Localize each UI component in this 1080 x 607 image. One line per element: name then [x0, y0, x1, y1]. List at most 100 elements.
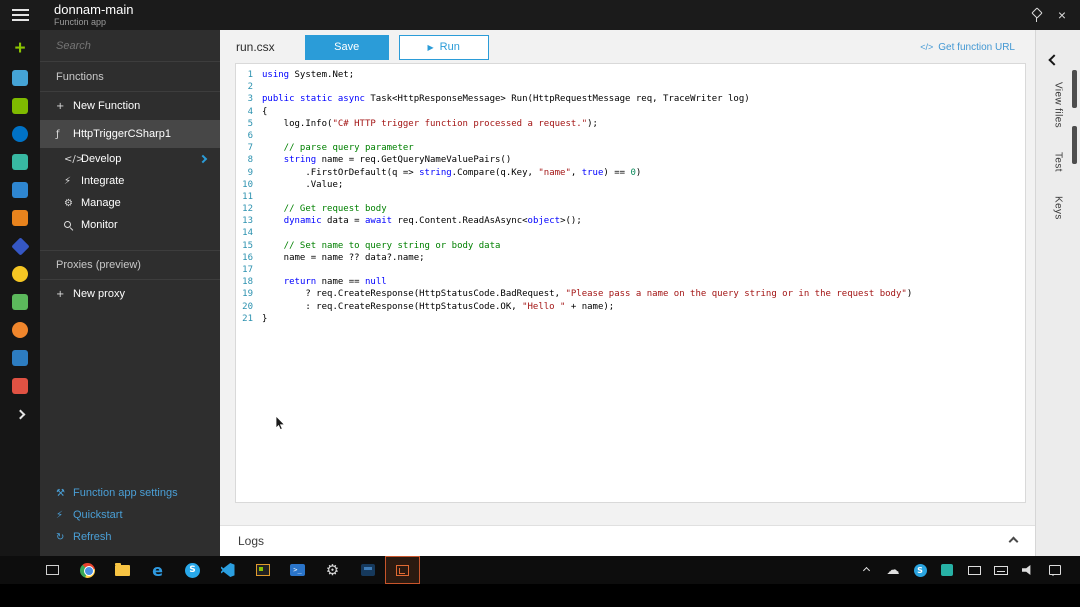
pin-icon[interactable] [1031, 9, 1042, 22]
code-line[interactable]: 9 .FirstOrDefault(q => string.Compare(q.… [236, 167, 1025, 179]
edge-icon[interactable]: e [140, 556, 175, 584]
display-tray-icon[interactable] [965, 556, 983, 584]
code-line[interactable]: 13 dynamic data = await req.Content.Read… [236, 215, 1025, 227]
code-line[interactable]: 1 using System.Net; [236, 69, 1025, 81]
code-line[interactable]: 12 // Get request body [236, 203, 1025, 215]
code-line[interactable]: 21} [236, 313, 1025, 325]
logs-panel-header[interactable]: Logs [220, 525, 1035, 556]
volume-icon-visual [1022, 564, 1031, 576]
favorite-service-icon-7[interactable] [0, 232, 40, 260]
action-center-icon[interactable] [1046, 556, 1064, 584]
powershell-icon[interactable]: >_ [280, 556, 315, 584]
collapse-panel-chevron[interactable] [1048, 54, 1060, 66]
code-line[interactable]: 19 ? req.CreateResponse(HttpStatusCode.B… [236, 288, 1025, 300]
skype-tray-icon[interactable]: S [911, 556, 929, 584]
favorite-service-icon-8[interactable] [0, 260, 40, 288]
code-line[interactable]: 18 return name == null [236, 276, 1025, 288]
favorite-service-icon-12[interactable] [0, 372, 40, 400]
sidebar-link-function-app-settings[interactable]: ⚒ Function app settings [40, 482, 220, 504]
code-line[interactable]: 2 [236, 81, 1025, 93]
code-line[interactable]: 3 public static async Task<HttpResponseMe… [236, 93, 1025, 105]
code-line[interactable]: 20 : req.CreateResponse(HttpStatusCode.O… [236, 301, 1025, 313]
network-tray-icon[interactable] [938, 556, 956, 584]
code-line[interactable]: 11 [236, 191, 1025, 203]
line-number: 19 [242, 289, 253, 300]
onedrive-icon[interactable]: ☁ [884, 556, 902, 584]
get-function-url-link[interactable]: </> Get function URL [920, 42, 1015, 53]
favorite-service-icon-2[interactable] [0, 92, 40, 120]
scrollbar-thumb[interactable] [1072, 126, 1077, 164]
code-line[interactable]: 17 [236, 264, 1025, 276]
active-terminal-app-icon[interactable] [385, 556, 420, 584]
favorite-service-icon-5[interactable] [0, 176, 40, 204]
sidebar-item-label: Manage [81, 197, 121, 209]
chrome-icon[interactable] [70, 556, 105, 584]
sidebar-item-manage[interactable]: ⚙ Manage [40, 192, 220, 214]
tab-view-files[interactable]: View files [1053, 82, 1064, 128]
sidebar-link-refresh[interactable]: ↻ Refresh [40, 526, 220, 548]
line-number: 20 [242, 301, 253, 312]
blue-app-icon[interactable] [350, 556, 385, 584]
save-button[interactable]: Save [304, 34, 389, 60]
code-line-text: string name = req.GetQueryNameValuePairs… [283, 155, 512, 166]
hamburger-menu-icon[interactable] [0, 0, 40, 30]
sidebar-proxy-nav: + New proxy [40, 280, 220, 308]
code-line[interactable]: 4{ [236, 106, 1025, 118]
line-number: 4 [247, 106, 253, 117]
favorite-service-icon-4[interactable] [0, 148, 40, 176]
favorite-service-icon-2-glyph [12, 98, 28, 114]
task-view-button[interactable] [35, 556, 70, 584]
code-line-text: using System.Net; [262, 70, 355, 80]
volume-icon[interactable] [1019, 556, 1037, 584]
scrollbar-thumb[interactable] [1072, 70, 1077, 108]
favorite-service-icon-9[interactable] [0, 288, 40, 316]
skype-icon[interactable]: S [175, 556, 210, 584]
windows-taskbar: e S >_ ⚙ ☁ S [0, 556, 1080, 584]
code-line[interactable]: 16 name = name ?? data?.name; [236, 252, 1025, 264]
favorite-service-icon-6[interactable] [0, 204, 40, 232]
chevron-right-icon [198, 154, 208, 164]
logs-collapse-chevron[interactable] [1008, 536, 1019, 546]
favorite-service-icon-1[interactable] [0, 64, 40, 92]
line-number: 1 [247, 70, 253, 80]
function-cli-terminal-icon[interactable] [245, 556, 280, 584]
search-input[interactable] [56, 39, 204, 52]
code-line[interactable]: 7 // parse query parameter [236, 142, 1025, 154]
tab-keys[interactable]: Keys [1053, 196, 1064, 220]
sidebar-item-integrate[interactable]: ⚡ Integrate [40, 170, 220, 192]
code-line[interactable]: 14 [236, 227, 1025, 239]
sidebar-item-develop[interactable]: </> Develop [40, 148, 220, 170]
tab-test[interactable]: Test [1053, 152, 1064, 172]
more-services-chevron[interactable] [0, 400, 40, 428]
code-line[interactable]: 6 [236, 130, 1025, 142]
favorite-service-icon-10[interactable] [0, 316, 40, 344]
settings-gear-icon[interactable]: ⚙ [315, 556, 350, 584]
code-line[interactable]: 5 log.Info("C# HTTP trigger function pro… [236, 118, 1025, 130]
vscode-icon[interactable] [210, 556, 245, 584]
windows-start-button[interactable] [0, 556, 35, 584]
file-explorer-icon[interactable] [105, 556, 140, 584]
vscode-icon-visual [220, 563, 235, 577]
code-line[interactable]: 15 // Set name to query string or body d… [236, 240, 1025, 252]
touch-keyboard-icon[interactable] [992, 556, 1010, 584]
hidden-icons-chevron[interactable] [857, 556, 875, 584]
line-number: 2 [247, 82, 253, 93]
sidebar-link-quickstart[interactable]: ⚡ Quickstart [40, 504, 220, 526]
sidebar-item-function-httptriggercsharp1[interactable]: ƒ HttpTriggerCSharp1 [40, 120, 220, 148]
close-icon[interactable]: × [1058, 8, 1066, 22]
run-button[interactable]: ▶ Run [398, 34, 489, 60]
azure-icon-bar: + [0, 30, 40, 556]
favorite-service-icon-3-glyph [12, 126, 28, 142]
code-editor[interactable]: 1 using System.Net; 2 3 public static async … [235, 63, 1026, 503]
favorite-service-icon-11[interactable] [0, 344, 40, 372]
sidebar-item-new-proxy[interactable]: + New proxy [40, 280, 220, 308]
sidebar-item-icon-manage: ⚙ [64, 197, 73, 209]
sidebar-item-monitor[interactable]: Monitor [40, 214, 220, 236]
favorite-service-icon-3[interactable] [0, 120, 40, 148]
favorite-service-icon-7-glyph [10, 236, 30, 256]
sidebar-item-new-function[interactable]: + New Function [40, 92, 220, 120]
code-line[interactable]: 8 string name = req.GetQueryNameValuePai… [236, 154, 1025, 166]
new-resource-plus-icon[interactable]: + [0, 34, 40, 62]
page-subtitle: Function app [54, 17, 107, 27]
code-line[interactable]: 10 .Value; [236, 179, 1025, 191]
